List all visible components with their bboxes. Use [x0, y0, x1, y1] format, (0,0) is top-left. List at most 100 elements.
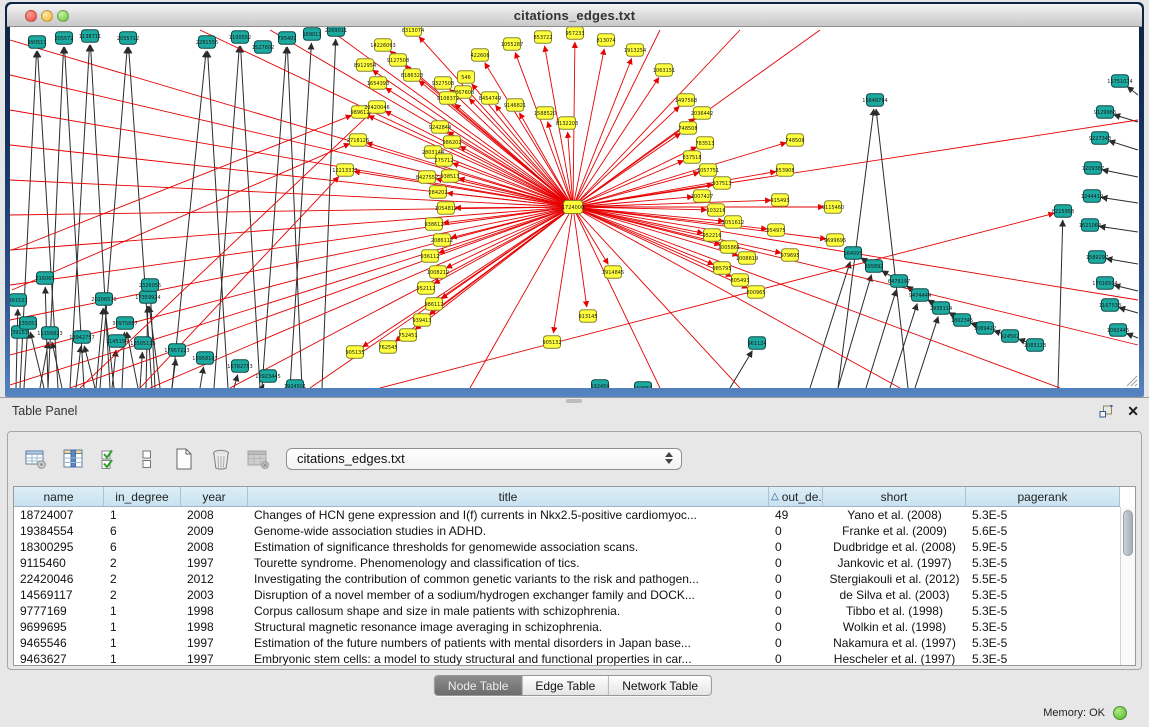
graph-edge[interactable] [730, 351, 752, 388]
graph-edge[interactable] [368, 116, 573, 207]
select-columns-icon[interactable] [61, 447, 85, 471]
table-row[interactable]: 1830029562008Estimation of significance … [14, 539, 1120, 555]
table-scrollbar-thumb[interactable] [1123, 510, 1133, 556]
graph-edge[interactable] [810, 262, 850, 388]
graph-edge[interactable] [1102, 170, 1138, 177]
close-panel-icon[interactable]: ✕ [1127, 404, 1139, 418]
graph-edge[interactable] [838, 275, 871, 388]
select-rows-check-icon[interactable] [98, 447, 122, 471]
column-header-name[interactable]: name [14, 487, 104, 506]
graph-edge[interactable] [1126, 333, 1138, 338]
trash-icon[interactable] [209, 447, 233, 471]
graph-edge[interactable] [915, 317, 938, 388]
graph-edge[interactable] [573, 207, 1138, 345]
graph-edge[interactable] [573, 120, 1138, 207]
column-header-year[interactable]: year [181, 487, 248, 506]
graph-edge[interactable] [866, 290, 896, 388]
graph-edge[interactable] [140, 352, 142, 388]
table-cell: 14569117 [14, 587, 104, 603]
graph-edge[interactable] [1099, 226, 1138, 232]
graph-edge[interactable] [172, 359, 176, 388]
table-cell: Franke et al. (2009) [823, 523, 966, 539]
graph-node-label: 2935114 [930, 306, 952, 312]
table-row[interactable]: 946554611997Estimation of the future num… [14, 635, 1120, 651]
table-row[interactable]: 977716911998Corpus callosum shape and si… [14, 603, 1120, 619]
graph-node-label: 748508 [678, 126, 697, 132]
graph-edge[interactable] [573, 172, 776, 207]
graph-node-label: 2086112 [431, 238, 453, 244]
graph-edge[interactable] [1119, 307, 1138, 313]
table-cell: 2 [104, 571, 181, 587]
graph-edge[interactable] [262, 47, 286, 388]
tab-edge-table[interactable]: Edge Table [521, 676, 608, 695]
graph-edge[interactable] [200, 367, 204, 388]
row-height-icon[interactable] [135, 447, 159, 471]
graph-node-label: 752451 [398, 333, 417, 339]
table-cell: 2 [104, 587, 181, 603]
graph-edge[interactable] [1127, 87, 1138, 95]
table-row[interactable]: 911546021997Tourette syndrome. Phenomeno… [14, 555, 1120, 571]
column-header-pagerank[interactable]: pagerank [966, 487, 1120, 506]
table-row[interactable]: 969969511998Structural magnetic resonanc… [14, 619, 1120, 635]
graph-edge[interactable] [10, 207, 573, 285]
table-settings-icon[interactable] [24, 447, 48, 471]
column-header-in_degree[interactable]: in_degree [104, 487, 181, 506]
graph-edge[interactable] [10, 40, 573, 207]
graph-edge[interactable] [52, 342, 62, 388]
graph-node-label: 9327508 [432, 81, 454, 87]
graph-edge[interactable] [573, 106, 679, 207]
graph-edge[interactable] [1109, 141, 1138, 150]
graph-node-label: 915493 [770, 198, 789, 204]
graph-edge[interactable] [573, 133, 681, 207]
graph-edge[interactable] [1058, 220, 1063, 388]
graph-edge[interactable] [573, 207, 1060, 388]
graph-edge[interactable] [573, 30, 660, 207]
graph-edge[interactable] [553, 207, 573, 333]
graph-node-label: 2281556 [196, 40, 218, 46]
graph-node-label: 1083123 [1024, 343, 1046, 349]
graph-edge[interactable] [84, 346, 95, 388]
window-titlebar[interactable]: citations_edges.txt [7, 4, 1142, 27]
tab-node-table[interactable]: Node Table [435, 676, 522, 695]
memory-status-indicator[interactable] [1113, 706, 1127, 720]
graph-node-label: 8186328 [401, 73, 423, 79]
table-row[interactable]: 946362711997Embryonic stem cells: a mode… [14, 651, 1120, 666]
graph-edge[interactable] [1101, 197, 1138, 203]
graph-edge[interactable] [573, 200, 771, 207]
graph-edge[interactable] [241, 46, 260, 388]
table-scrollbar[interactable] [1120, 507, 1135, 665]
table-row[interactable]: 2242004622012Investigating the contribut… [14, 571, 1120, 587]
float-panel-icon[interactable] [1099, 405, 1114, 418]
graph-node-label: 853722 [533, 35, 552, 41]
graph-edge[interactable] [10, 110, 573, 207]
graph-edge[interactable] [76, 346, 81, 388]
table-select-dropdown[interactable]: citations_edges.txt [286, 448, 682, 470]
tab-network-table[interactable]: Network Table [608, 676, 711, 695]
table-cell: 0 [769, 523, 823, 539]
graph-edge[interactable] [12, 144, 350, 290]
graph-edge[interactable] [1106, 259, 1138, 264]
split-pane-handle[interactable] [566, 399, 582, 403]
table-row[interactable]: 1938455462009Genome-wide association stu… [14, 523, 1120, 539]
column-header-out_de[interactable]: △out_de... [769, 487, 823, 506]
graph-edge[interactable] [455, 207, 573, 208]
graph-node-label: 546 [461, 75, 471, 81]
table-row[interactable]: 1456911722003Disruption of a novel membe… [14, 587, 1120, 603]
graph-edge[interactable] [573, 118, 695, 207]
graph-edge[interactable] [876, 109, 908, 388]
network-canvas-svg[interactable]: 9905112055721138711205571222815561100552… [10, 27, 1139, 388]
table-row[interactable]: 1872400712008Changes of HCN gene express… [14, 507, 1120, 523]
resize-grip[interactable] [1124, 373, 1138, 387]
network-canvas[interactable]: 9905112055721138711205571222815561100552… [10, 27, 1139, 388]
graph-edge[interactable] [573, 143, 786, 207]
new-document-icon[interactable] [172, 447, 196, 471]
graph-edge[interactable] [434, 207, 573, 284]
graph-edge[interactable] [172, 51, 206, 388]
table-toolbar: f(x) citations_edges.txt [8, 432, 1141, 485]
graph-node-label: 1588520 [534, 111, 556, 117]
graph-edge[interactable] [10, 207, 573, 355]
column-header-title[interactable]: title [248, 487, 769, 506]
graph-edge[interactable] [290, 43, 311, 388]
column-header-short[interactable]: short [823, 487, 966, 506]
graph-node-label: 1057751 [697, 168, 719, 174]
